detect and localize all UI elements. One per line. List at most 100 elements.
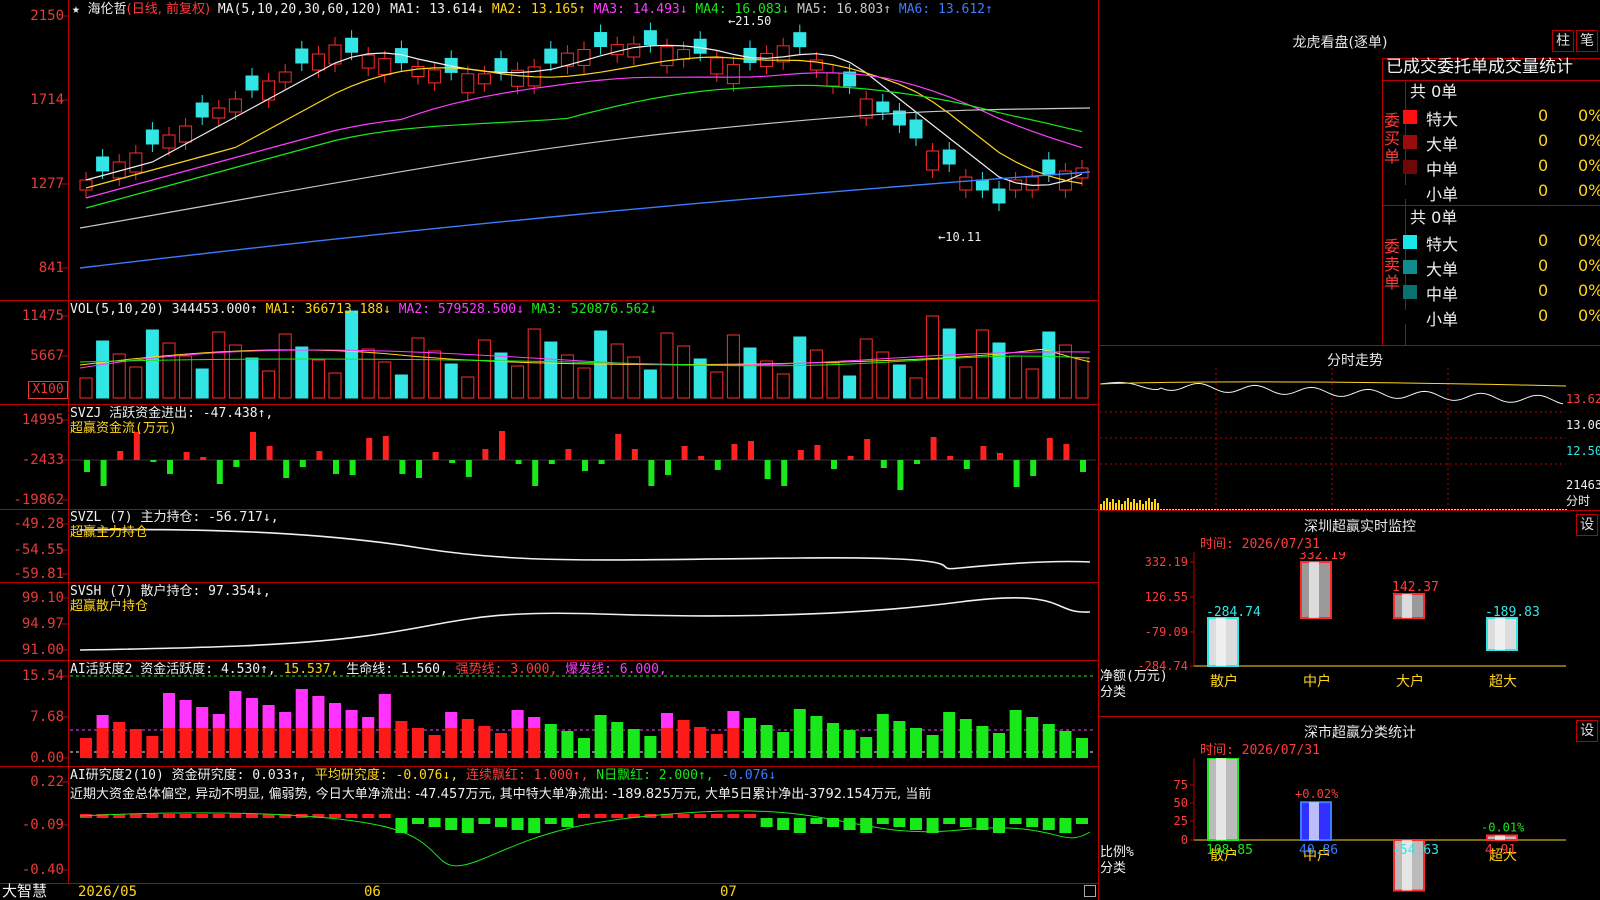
ai-research-consecutive: 连续飘红: 1.000↑, [466,768,589,783]
activity-bar [893,721,906,758]
flow-bar [930,437,937,460]
candle-body [428,69,442,84]
research-bar [129,814,142,818]
lock-icon[interactable] [1084,885,1096,897]
volume-bar [959,366,973,399]
flow-bar [665,460,671,475]
activity-bar [561,731,574,758]
flow-bar [731,444,738,460]
activity-bar-top [196,707,209,728]
intraday-volume-bar [1136,503,1138,510]
activity-bar [1026,717,1039,758]
order-count: 0 [1538,281,1549,300]
pen-view-button[interactable]: 笔 [1576,30,1598,52]
value-bar-highlight [1495,617,1505,651]
flow-bar [399,460,406,474]
intraday-volume-bar [1115,503,1117,510]
ai-research-nday: N日飘红: 2.000↑, [596,768,714,783]
high-price-label: ←21.50 [728,14,772,28]
bar-view-button[interactable]: 柱 [1552,30,1574,52]
intraday-volume-bar [1109,502,1111,510]
intraday-volume-bar [1163,509,1165,510]
order-count: 0 [1538,106,1549,125]
intraday-volume-bar [1343,509,1345,510]
favorite-star-icon[interactable]: ★ [72,2,80,17]
volume-bar [477,339,491,399]
activity-bar-top [345,710,358,728]
sell-row-2: 中单 0 0% [1400,281,1600,304]
classify-bar-chart[interactable]: 7550250比例%分类散户108.85中户40.86+0.02%大户-54.6… [1100,758,1600,900]
candle-body [311,53,325,71]
volume-bar [610,343,624,399]
intraday-volume-bar [1517,509,1519,510]
volume-bar [643,369,657,399]
volume-bar [1009,355,1023,399]
research-bar [959,818,972,827]
intraday-chart[interactable] [1100,368,1600,510]
research-bar [810,818,823,824]
intraday-volume-bar [1106,498,1108,510]
intraday-volume-bar [1319,509,1321,510]
volume-bar [892,364,906,399]
volume-bar [544,341,558,399]
research-bar [511,818,524,830]
research-bar [345,814,358,818]
intraday-volume-bar [1508,509,1510,510]
candle-body [959,176,973,191]
intraday-volume-bar [1547,509,1549,510]
intraday-title: 分时走势 [1327,353,1383,369]
ai-research-axis-label: -0.40 [21,862,64,878]
candle-body [145,129,159,145]
intraday-volume-bar [1346,509,1348,510]
intraday-volume-bar [1436,509,1438,510]
intraday-volume-bar [1103,501,1105,510]
volume-bar [926,315,940,399]
stock-name[interactable]: 海伦哲 [88,2,127,17]
intraday-volume-bar [1352,509,1354,510]
activity-bar [694,727,707,758]
research-bar [478,818,491,824]
svzj-title: SVZJ 活跃资金进出: -47.438↑, [70,406,274,421]
monitor-settings-button[interactable]: 设 [1576,514,1598,536]
volume-bar [378,361,392,399]
intraday-volume-bar [1139,500,1141,510]
flow-bar [1080,460,1086,472]
ai-research-avg: 平均研究度: -0.076↓, [314,768,459,783]
flow-bar [1013,460,1020,487]
intraday-volume-bar [1388,509,1390,510]
intraday-volume-bar [1337,509,1339,510]
research-bar [1042,818,1055,830]
kline-chart-canvas[interactable] [0,0,1100,900]
classify-settings-button[interactable]: 设 [1576,720,1598,742]
intraday-volume-bar [1427,509,1429,510]
volume-bar [444,363,458,399]
intraday-volume-bar [1481,509,1483,510]
color-swatch [1403,110,1417,124]
research-bar [578,814,590,818]
activity-bar [926,735,939,758]
flow-bar [997,453,1003,460]
ai-active-v1: 15.537, [283,662,339,677]
vol-header: VOL(5,10,20) 344453.000↑ MA1: 366713.188… [70,302,657,317]
order-count: 0 [1538,231,1549,250]
candle-body [295,48,309,64]
intraday-volume-bar [1565,509,1567,510]
research-bar [362,814,375,818]
activity-bar-top [445,712,458,728]
monitor-bar-chart[interactable]: 332.19126.55-79.09-284.74净额(万元)分类散户-284.… [1100,552,1600,716]
color-swatch [1403,135,1417,149]
volume-bar [162,342,176,399]
vol-value: 344453.000↑ [171,302,258,317]
order-pct: 0% [1578,156,1600,175]
period-label[interactable]: (日线, 前复权) [127,2,210,17]
volume-bar [461,376,475,399]
value-bar-highlight [1309,802,1319,840]
intraday-volume-bar [1439,509,1441,510]
ma1-value: MA1: 13.614↓ [390,2,485,17]
intraday-volume-bar [1499,509,1501,510]
intraday-volume-bar [1430,509,1432,510]
order-pct: 0% [1578,106,1600,125]
activity-bar [677,720,690,758]
price-axis-label: 1277 [30,176,64,192]
volume-bar [195,368,209,399]
